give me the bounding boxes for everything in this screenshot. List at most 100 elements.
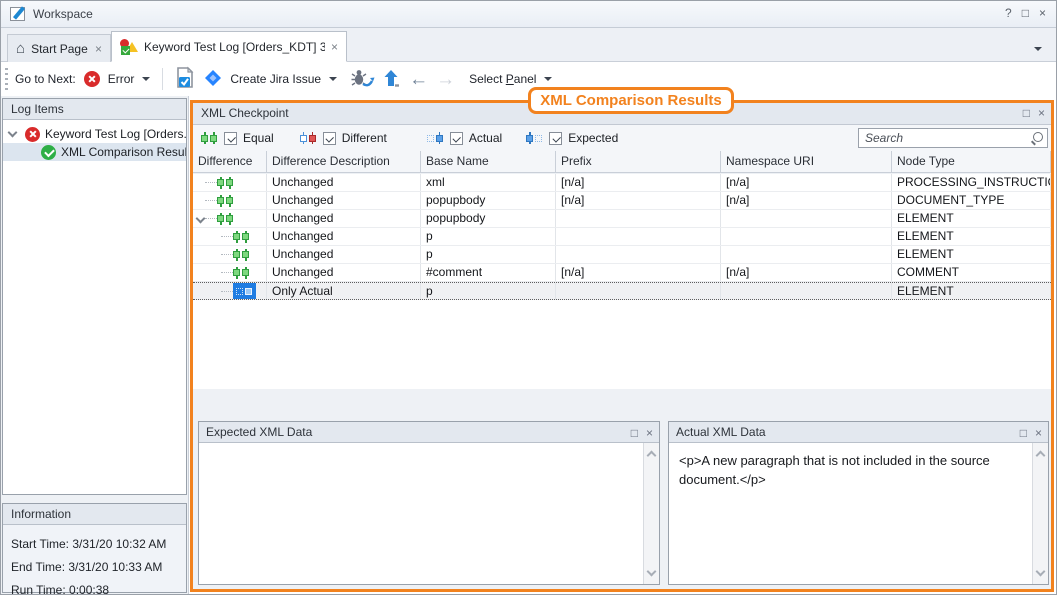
table-row[interactable]: Unchangedxml[n/a][n/a]PROCESSING_INSTRUC… [193, 174, 1051, 192]
scrollbar[interactable] [1032, 443, 1048, 584]
prefix-cell[interactable] [556, 283, 721, 299]
base-name-cell[interactable]: p [421, 246, 556, 263]
column-difference[interactable]: Difference [193, 151, 267, 172]
run-test-icon[interactable] [351, 68, 375, 91]
base-name-cell[interactable]: #comment [421, 264, 556, 281]
node-type-cell[interactable]: DOCUMENT_TYPE [892, 192, 1051, 209]
scroll-up-icon[interactable] [647, 451, 657, 461]
node-type-cell[interactable]: PROCESSING_INSTRUCTION [892, 174, 1051, 191]
table-row[interactable]: Unchanged#comment[n/a][n/a]COMMENT [193, 264, 1051, 282]
node-type-cell[interactable]: ELEMENT [892, 228, 1051, 245]
description-cell[interactable]: Unchanged [267, 264, 421, 281]
create-jira-issue-button[interactable]: Create Jira Issue [230, 72, 321, 86]
close-icon[interactable]: × [331, 40, 338, 54]
different-checkbox[interactable] [323, 132, 336, 145]
tree-item-keyword-test-log[interactable]: Keyword Test Log [Orders... [3, 125, 186, 143]
scroll-down-icon[interactable] [647, 567, 657, 577]
node-type-cell[interactable]: ELEMENT [892, 283, 1051, 299]
toolbar-grip[interactable] [5, 68, 8, 90]
row-expander-icon[interactable] [196, 214, 206, 224]
prefix-cell[interactable] [556, 246, 721, 263]
node-type-cell[interactable]: COMMENT [892, 264, 1051, 281]
namespace-uri-cell[interactable] [721, 246, 892, 263]
description-cell[interactable]: Unchanged [267, 174, 421, 191]
base-name-cell[interactable]: popupbody [421, 210, 556, 227]
namespace-uri-cell[interactable]: [n/a] [721, 192, 892, 209]
difference-cell[interactable] [193, 210, 267, 227]
tab-start-page[interactable]: ⌂ Start Page × [7, 34, 111, 62]
tab-keyword-test-log[interactable]: Keyword Test Log [Orders_KDT] 3/... × [111, 31, 347, 62]
maximize-panel-button[interactable]: □ [1023, 103, 1030, 124]
node-type-cell[interactable]: ELEMENT [892, 246, 1051, 263]
table-row[interactable]: Unchangedp ELEMENT [193, 228, 1051, 246]
search-icon[interactable] [1031, 132, 1043, 144]
base-name-cell[interactable]: popupbody [421, 192, 556, 209]
expected-checkbox[interactable] [549, 132, 562, 145]
tab-list-dropdown-icon[interactable] [1034, 47, 1042, 51]
expander-icon[interactable] [8, 128, 18, 138]
help-button[interactable]: ? [1005, 6, 1012, 20]
table-row[interactable]: Only Actualp ELEMENT [193, 282, 1051, 300]
scroll-down-icon[interactable] [1036, 567, 1046, 577]
scroll-up-icon[interactable] [1036, 451, 1046, 461]
difference-cell[interactable] [193, 283, 267, 299]
scrollbar[interactable] [643, 443, 659, 584]
maximize-panel-button[interactable]: □ [1020, 423, 1027, 443]
column-base-name[interactable]: Base Name [421, 151, 556, 172]
panel-title: XML Checkpoint [201, 106, 289, 120]
column-difference-description[interactable]: Difference Description [267, 151, 421, 172]
close-panel-button[interactable]: × [1038, 103, 1045, 124]
prefix-cell[interactable]: [n/a] [556, 174, 721, 191]
close-icon[interactable]: × [95, 42, 102, 56]
description-cell[interactable]: Unchanged [267, 210, 421, 227]
go-to-next-error-button[interactable]: Error [108, 72, 135, 86]
checkpoint-details-icon[interactable] [175, 66, 196, 92]
prefix-cell[interactable] [556, 228, 721, 245]
tree-item-xml-comparison-results[interactable]: XML Comparison Resul... [3, 143, 186, 161]
actual-checkbox[interactable] [450, 132, 463, 145]
select-panel-button[interactable]: Select Panel [469, 72, 536, 86]
description-cell[interactable]: Unchanged [267, 228, 421, 245]
base-name-cell[interactable]: p [421, 228, 556, 245]
up-one-level-icon[interactable] [383, 68, 401, 91]
close-button[interactable]: × [1039, 6, 1046, 20]
table-row[interactable]: Unchangedp ELEMENT [193, 246, 1051, 264]
description-cell[interactable]: Only Actual [267, 283, 421, 299]
equal-checkbox[interactable] [224, 132, 237, 145]
chevron-down-icon[interactable] [329, 77, 337, 81]
close-panel-button[interactable]: × [646, 423, 653, 443]
jira-icon[interactable] [204, 69, 222, 90]
namespace-uri-cell[interactable] [721, 228, 892, 245]
prefix-cell[interactable] [556, 210, 721, 227]
node-type-cell[interactable]: ELEMENT [892, 210, 1051, 227]
namespace-uri-cell[interactable]: [n/a] [721, 174, 892, 191]
column-node-type[interactable]: Node Type [892, 151, 1051, 172]
close-panel-button[interactable]: × [1035, 423, 1042, 443]
prefix-cell[interactable]: [n/a] [556, 192, 721, 209]
table-row[interactable]: Unchangedpopupbody[n/a][n/a]DOCUMENT_TYP… [193, 192, 1051, 210]
back-arrow-icon[interactable]: ← [409, 70, 428, 89]
actual-xml-content[interactable]: <p>A new paragraph that is not included … [669, 443, 1032, 584]
namespace-uri-cell[interactable]: [n/a] [721, 264, 892, 281]
search-input[interactable] [858, 128, 1048, 148]
chevron-down-icon[interactable] [142, 77, 150, 81]
column-namespace-uri[interactable]: Namespace URI [721, 151, 892, 172]
namespace-uri-cell[interactable] [721, 210, 892, 227]
description-cell[interactable]: Unchanged [267, 192, 421, 209]
table-row[interactable]: Unchangedpopupbody ELEMENT [193, 210, 1051, 228]
maximize-panel-button[interactable]: □ [631, 423, 638, 443]
chevron-down-icon[interactable] [544, 77, 552, 81]
base-name-cell[interactable]: xml [421, 174, 556, 191]
difference-cell[interactable] [193, 174, 267, 191]
difference-cell[interactable] [193, 228, 267, 245]
difference-cell[interactable] [193, 192, 267, 209]
base-name-cell[interactable]: p [421, 283, 556, 299]
maximize-button[interactable]: □ [1022, 6, 1029, 20]
description-cell[interactable]: Unchanged [267, 246, 421, 263]
difference-cell[interactable] [193, 246, 267, 263]
prefix-cell[interactable]: [n/a] [556, 264, 721, 281]
column-prefix[interactable]: Prefix [556, 151, 721, 172]
difference-cell[interactable] [193, 264, 267, 281]
expected-xml-content[interactable] [199, 443, 643, 584]
namespace-uri-cell[interactable] [721, 283, 892, 299]
